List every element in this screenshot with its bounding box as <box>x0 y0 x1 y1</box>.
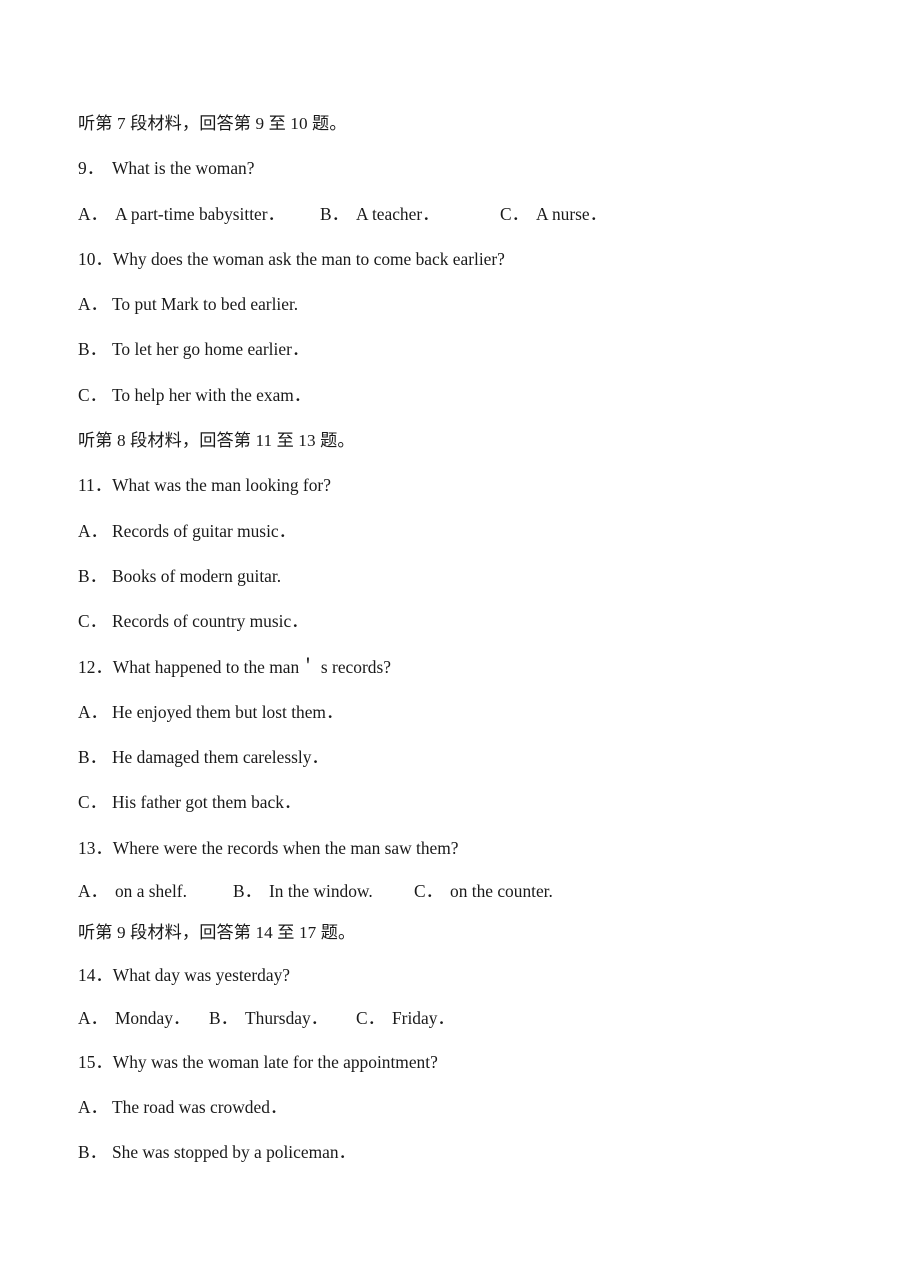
question-text: Why does the woman ask the man to come b… <box>112 248 505 269</box>
option-label-b: B． <box>320 203 349 224</box>
option-b[interactable]: B． Thursday． <box>209 997 328 1040</box>
option-label-b: B． <box>78 1142 107 1163</box>
option-b[interactable]: B． In the window. <box>233 871 373 911</box>
question-number: 11． <box>78 475 113 496</box>
question-9: 9． What is the woman? <box>78 146 868 191</box>
option-label-b: B． <box>78 565 107 586</box>
option-label-c: C． <box>356 1008 385 1029</box>
option-label-b: B． <box>78 747 107 768</box>
option-label-c: C． <box>500 203 529 224</box>
question-text: Why was the woman late for the appointme… <box>112 1052 438 1073</box>
option-text-b: He damaged them carelessly． <box>112 747 329 768</box>
option-text-b: A teacher． <box>356 203 440 224</box>
option-text-b: To let her go home earlier． <box>112 339 310 360</box>
option-text-a: He enjoyed them but lost them． <box>112 701 344 722</box>
question-number: 13． <box>78 837 113 858</box>
option-text-c: on the counter. <box>450 881 553 902</box>
option-text-a: To put Mark to bed earlier. <box>112 294 299 315</box>
option-c[interactable]: C． on the counter. <box>414 871 553 911</box>
option-row-q14: A． Monday． B． Thursday． C． Friday． <box>78 997 868 1040</box>
question-10: 10．Why does the woman ask the man to com… <box>78 237 868 282</box>
question-number: 9． <box>78 158 105 179</box>
question-text: Where were the records when the man saw … <box>112 837 459 858</box>
option-text-a: Monday． <box>114 1008 191 1029</box>
question-number: 12． <box>78 656 113 677</box>
question-text: What day was yesterday? <box>112 965 291 986</box>
option-text-b: She was stopped by a policeman． <box>112 1142 356 1163</box>
option-c-q10[interactable]: C． To help her with the exam． <box>78 373 868 418</box>
option-text-c: Records of country music． <box>112 611 309 632</box>
section-header: 听第 7 段材料，回答第 9 至 10 题。 <box>78 114 347 133</box>
question-12: 12．What happened to the man＇ s records? <box>78 645 868 690</box>
option-text-c: To help her with the exam． <box>112 384 312 405</box>
option-a-q10[interactable]: A． To put Mark to bed earlier. <box>78 282 868 327</box>
option-row-q9: A． A part-time babysitter． B． A teacher． C… <box>78 192 868 237</box>
option-label-a: A． <box>78 701 108 722</box>
option-a-q12[interactable]: A． He enjoyed them but lost them． <box>78 690 868 735</box>
section-header: 听第 9 段材料，回答第 14 至 17 题。 <box>78 923 356 943</box>
option-label-a: A． <box>78 881 108 902</box>
option-c-q12[interactable]: C． His father got them back． <box>78 780 868 825</box>
question-15: 15．Why was the woman late for the appoin… <box>78 1040 868 1085</box>
option-a[interactable]: A． Monday． <box>78 997 190 1040</box>
question-text: What happened to the man＇ s records? <box>112 656 391 677</box>
option-label-a: A． <box>78 1097 108 1118</box>
question-number: 14． <box>78 965 113 986</box>
option-label-c: C． <box>414 881 443 902</box>
option-text-a: A part-time babysitter． <box>114 203 285 224</box>
option-label-b: B． <box>209 1008 238 1029</box>
option-text-c: Friday． <box>392 1008 455 1029</box>
worksheet-body: 听第 7 段材料，回答第 9 至 10 题。 9． What is the wom… <box>78 101 868 1176</box>
option-a-q11[interactable]: A． Records of guitar music． <box>78 509 868 554</box>
document-page: 听第 7 段材料，回答第 9 至 10 题。 9． What is the wom… <box>0 0 920 1274</box>
option-label-b: B． <box>78 339 107 360</box>
option-b-q11[interactable]: B． Books of modern guitar. <box>78 554 868 599</box>
option-text-b: Thursday． <box>245 1008 329 1029</box>
option-a[interactable]: A． A part-time babysitter． <box>78 192 285 237</box>
option-label-c: C． <box>78 384 107 405</box>
question-number: 10． <box>78 248 113 269</box>
question-number: 15． <box>78 1052 113 1073</box>
option-text-c: His father got them back． <box>112 792 302 813</box>
section-header: 听第 8 段材料，回答第 11 至 13 题。 <box>78 431 355 451</box>
option-c-q11[interactable]: C． Records of country music． <box>78 599 868 644</box>
option-label-a: A． <box>78 203 108 224</box>
option-a[interactable]: A． on a shelf. <box>78 871 187 911</box>
question-14: 14．What day was yesterday? <box>78 954 868 997</box>
option-b-q15[interactable]: B． She was stopped by a policeman． <box>78 1130 868 1175</box>
option-text-c: A nurse． <box>536 203 608 224</box>
option-label-a: A． <box>78 1008 108 1029</box>
option-a-q15[interactable]: A． The road was crowded． <box>78 1085 868 1130</box>
option-row-q13: A． on a shelf. B． In the window. C． on the … <box>78 871 868 911</box>
option-label-b: B． <box>233 881 262 902</box>
option-b-q12[interactable]: B． He damaged them carelessly． <box>78 735 868 780</box>
option-text-a: The road was crowded． <box>112 1097 288 1118</box>
option-text-b: In the window. <box>269 881 373 902</box>
option-b-q10[interactable]: B． To let her go home earlier． <box>78 327 868 372</box>
option-c[interactable]: C． A nurse． <box>500 192 607 237</box>
question-text: What was the man looking for? <box>112 475 331 496</box>
question-11: 11．What was the man looking for? <box>78 463 868 508</box>
option-label-a: A． <box>78 520 108 541</box>
option-c[interactable]: C． Friday． <box>356 997 455 1040</box>
option-label-c: C． <box>78 611 107 632</box>
option-label-c: C． <box>78 792 107 813</box>
option-text-a: Records of guitar music． <box>112 520 297 541</box>
option-text-a: on a shelf. <box>114 881 187 902</box>
option-text-b: Books of modern guitar. <box>112 565 282 586</box>
question-text: What is the woman? <box>112 158 255 179</box>
option-b[interactable]: B． A teacher． <box>320 192 440 237</box>
question-13: 13．Where were the records when the man s… <box>78 826 868 871</box>
option-label-a: A． <box>78 294 108 315</box>
